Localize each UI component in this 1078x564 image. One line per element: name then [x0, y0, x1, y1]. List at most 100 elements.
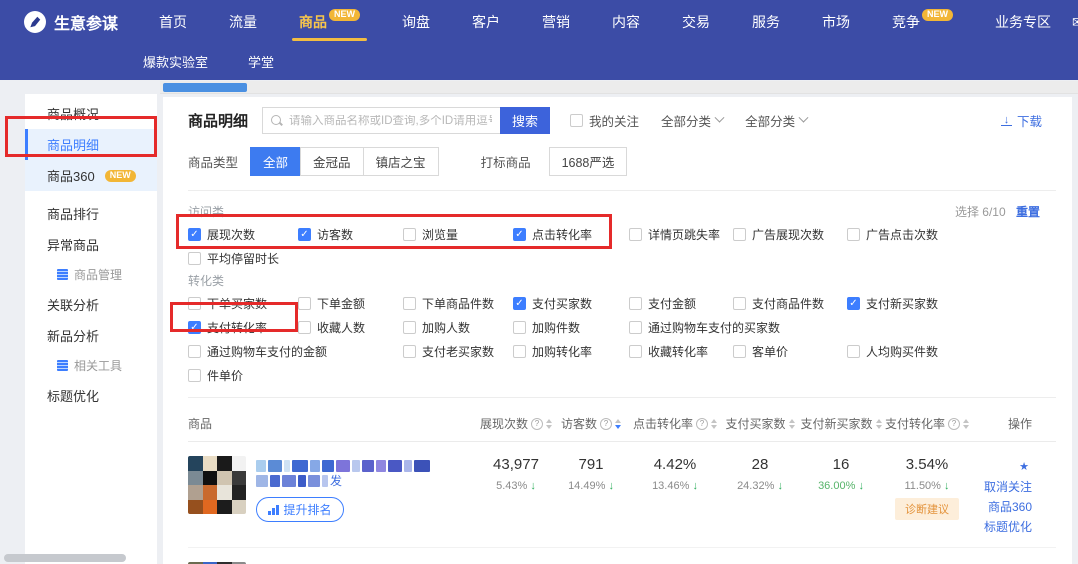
- page-horizontal-scrollbar[interactable]: [4, 554, 126, 562]
- product-thumbnail[interactable]: [188, 456, 246, 514]
- nav-item-marketing[interactable]: 营销: [521, 0, 591, 44]
- nav-item-content[interactable]: 内容: [591, 0, 661, 44]
- filter-checkbox-pay-buyers[interactable]: ✓支付买家数: [513, 295, 629, 311]
- help-icon[interactable]: ?: [600, 418, 612, 430]
- sidebar-item-new-product-analysis[interactable]: 新品分析: [25, 320, 157, 351]
- filter-checkbox-cart-add-items[interactable]: 加购件数: [513, 319, 629, 335]
- filter-checkbox-order-amount[interactable]: 下单金额: [298, 295, 403, 311]
- type-option-shop-treasure[interactable]: 镇店之宝: [363, 147, 439, 176]
- filter-checkbox-favorite-users[interactable]: 收藏人数: [298, 319, 403, 335]
- download-button[interactable]: ↓ 下载: [1001, 111, 1042, 130]
- column-header-impressions[interactable]: 展现次数?: [480, 415, 552, 432]
- nav-item-traffic[interactable]: 流量: [208, 0, 278, 44]
- product-title-redacted-line[interactable]: 发: [256, 473, 430, 488]
- sort-control[interactable]: [963, 419, 969, 429]
- subnav-item-hot-item-lab[interactable]: 爆款实验室: [143, 52, 208, 71]
- checkbox-checked-icon[interactable]: ✓: [298, 228, 311, 241]
- filter-checkbox-favorite-conversion-rate[interactable]: 收藏转化率: [629, 343, 733, 359]
- tag-option-1688-strict[interactable]: 1688严选: [549, 147, 628, 176]
- diagnosis-suggestion-badge[interactable]: 诊断建议: [895, 498, 959, 520]
- checkbox-checked-icon[interactable]: ✓: [513, 297, 526, 310]
- checkbox-icon[interactable]: [298, 321, 311, 334]
- filter-checkbox-cart-pay-amount[interactable]: 通过购物车支付的金额: [188, 343, 403, 359]
- filter-checkbox-pay-old-buyers[interactable]: 支付老买家数: [403, 343, 513, 359]
- filter-checkbox-pay-amount[interactable]: 支付金额: [629, 295, 733, 311]
- nav-item-market[interactable]: 市场: [801, 0, 871, 44]
- checkbox-checked-icon[interactable]: ✓: [188, 321, 201, 334]
- action-unfollow[interactable]: 取消关注: [984, 480, 1032, 494]
- checkbox-icon[interactable]: [403, 228, 416, 241]
- nav-item-home[interactable]: 首页: [138, 0, 208, 44]
- my-follow-checkbox[interactable]: 我的关注: [570, 111, 639, 130]
- search-button[interactable]: 搜索: [500, 107, 550, 134]
- checkbox-icon[interactable]: [733, 228, 746, 241]
- filter-checkbox-avg-stay-duration[interactable]: 平均停留时长: [188, 250, 298, 266]
- boost-ranking-button[interactable]: 提升排名: [256, 497, 344, 522]
- checkbox-icon[interactable]: [629, 297, 642, 310]
- action-title-optimize[interactable]: 标题优化: [984, 520, 1032, 534]
- sidebar-item-product-360[interactable]: 商品360NEW: [25, 160, 157, 191]
- sidebar-item-product-ranking[interactable]: 商品排行: [25, 198, 157, 229]
- category-dropdown-1[interactable]: 全部分类: [661, 111, 723, 130]
- checkbox-icon[interactable]: [403, 321, 416, 334]
- checkbox-icon[interactable]: [298, 297, 311, 310]
- help-icon[interactable]: ?: [948, 418, 960, 430]
- nav-item-customer[interactable]: 客户: [451, 0, 521, 44]
- sort-control[interactable]: [789, 419, 795, 429]
- checkbox-icon[interactable]: [570, 114, 583, 127]
- reset-button[interactable]: 重置: [1016, 205, 1040, 219]
- subnav-item-academy[interactable]: 学堂: [248, 52, 274, 71]
- sort-control[interactable]: [615, 419, 621, 429]
- nav-item-service[interactable]: 服务: [731, 0, 801, 44]
- column-header-visitors[interactable]: 访客数?: [552, 415, 630, 432]
- filter-checkbox-order-buyers[interactable]: 下单买家数: [188, 295, 298, 311]
- checkbox-icon[interactable]: [847, 345, 860, 358]
- checkbox-icon[interactable]: [403, 345, 416, 358]
- brand[interactable]: 生意参谋: [24, 10, 118, 34]
- checkbox-icon[interactable]: [847, 228, 860, 241]
- checkbox-icon[interactable]: [513, 321, 526, 334]
- messages-button[interactable]: ✉ 消息: [1072, 3, 1078, 41]
- column-header-pay-buyers[interactable]: 支付买家数: [720, 415, 800, 432]
- checkbox-checked-icon[interactable]: ✓: [188, 228, 201, 241]
- checkbox-checked-icon[interactable]: ✓: [847, 297, 860, 310]
- sort-control[interactable]: [711, 419, 717, 429]
- filter-checkbox-pay-conversion-rate[interactable]: ✓支付转化率: [188, 319, 298, 335]
- type-option-gold-crown[interactable]: 金冠品: [300, 147, 364, 176]
- nav-item-product[interactable]: 商品NEW: [278, 0, 381, 44]
- filter-checkbox-item-unit-price[interactable]: 件单价: [188, 367, 298, 383]
- help-icon[interactable]: ?: [696, 418, 708, 430]
- scrollbar-thumb[interactable]: [163, 83, 247, 92]
- filter-checkbox-cart-conversion-rate[interactable]: 加购转化率: [513, 343, 629, 359]
- filter-checkbox-impressions[interactable]: ✓展现次数: [188, 226, 298, 242]
- checkbox-icon[interactable]: [629, 228, 642, 241]
- nav-item-trade[interactable]: 交易: [661, 0, 731, 44]
- checkbox-icon[interactable]: [733, 345, 746, 358]
- sidebar-item-product-overview[interactable]: 商品概况: [25, 98, 157, 129]
- checkbox-icon[interactable]: [629, 321, 642, 334]
- checkbox-icon[interactable]: [513, 345, 526, 358]
- checkbox-icon[interactable]: [188, 297, 201, 310]
- type-option-all[interactable]: 全部: [250, 147, 301, 176]
- filter-checkbox-pageviews[interactable]: 浏览量: [403, 226, 513, 242]
- action-product-360[interactable]: 商品360: [988, 500, 1032, 514]
- nav-item-competition[interactable]: 竞争NEW: [871, 0, 974, 44]
- filter-checkbox-per-capita-items[interactable]: 人均购买件数: [847, 343, 1056, 359]
- filter-checkbox-pay-new-buyers[interactable]: ✓支付新买家数: [847, 295, 1056, 311]
- filter-checkbox-detail-bounce-rate[interactable]: 详情页跳失率: [629, 226, 733, 242]
- filter-checkbox-order-items[interactable]: 下单商品件数: [403, 295, 513, 311]
- filter-checkbox-cart-add-users[interactable]: 加购人数: [403, 319, 513, 335]
- sidebar-item-product-detail[interactable]: 商品明细: [25, 129, 157, 160]
- checkbox-icon[interactable]: [733, 297, 746, 310]
- filter-checkbox-per-customer-price[interactable]: 客单价: [733, 343, 847, 359]
- checkbox-icon[interactable]: [188, 252, 201, 265]
- filter-checkbox-visitors[interactable]: ✓访客数: [298, 226, 403, 242]
- sidebar-item-association-analysis[interactable]: 关联分析: [25, 289, 157, 320]
- sidebar-item-title-optimization[interactable]: 标题优化: [25, 380, 157, 411]
- sort-control[interactable]: [876, 419, 882, 429]
- checkbox-icon[interactable]: [188, 345, 201, 358]
- help-icon[interactable]: ?: [531, 418, 543, 430]
- sidebar-tool-product-management[interactable]: 商品管理: [25, 260, 157, 289]
- filter-checkbox-cart-pay-buyers[interactable]: 通过购物车支付的买家数: [629, 319, 1056, 335]
- filter-checkbox-ad-clicks[interactable]: 广告点击次数: [847, 226, 1056, 242]
